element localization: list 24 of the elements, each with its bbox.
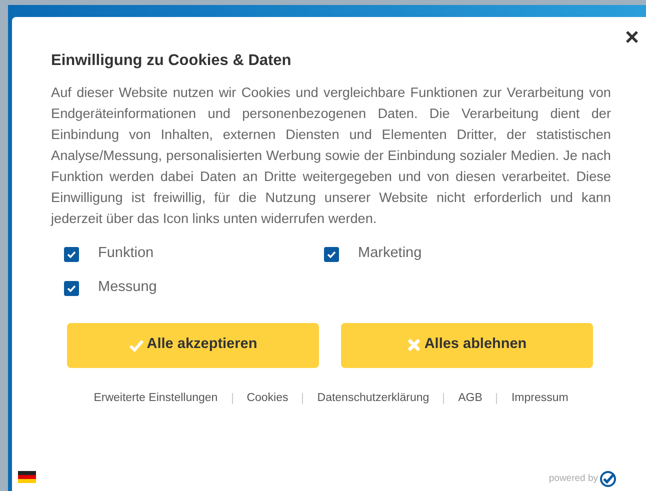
check-icon bbox=[66, 283, 77, 294]
powered-by-text: powered by bbox=[548, 472, 598, 486]
checkbox[interactable] bbox=[64, 281, 79, 296]
footer-link[interactable]: Impressum bbox=[511, 390, 568, 407]
check-icon bbox=[326, 249, 337, 260]
accept-all-button[interactable]: Alle akzeptieren bbox=[67, 322, 319, 368]
checkbox[interactable] bbox=[64, 247, 79, 262]
option-label: Marketing bbox=[358, 244, 422, 264]
german-flag-icon[interactable] bbox=[18, 471, 36, 483]
consent-text: Auf dieser Website nutzen wir Cookies und vergleichbare Funktionen zur Verarbeitung von Endgeräteinformationen und personenbezogenen Daten. Die Verarbeitung dient der Einbindung von Inhalten, externen Diensten und Elementen Dritter, der statistischen Analyse/Messung, personalisierten Werbung sowie der Einbindung sozialer Medien. Je nach Funktion werden dabei Daten an Dritte weitergegeben und von diesen verarbeitet. Diese Einwilligung ist freiwillig, für die Nutzung unserer Website nicht erforderlich und kann jederzeit über das Icon links unten widerrufen werden. bbox=[51, 84, 611, 228]
option-label: Messung bbox=[98, 278, 157, 297]
footer-link[interactable]: Datenschutzerklärung bbox=[317, 390, 430, 407]
check-icon bbox=[128, 338, 144, 352]
reject-all-button[interactable]: Alles ablehnen bbox=[341, 322, 593, 368]
footer-link[interactable]: Cookies bbox=[246, 390, 288, 407]
option-label: Funktion bbox=[98, 244, 154, 264]
close-button[interactable]: × bbox=[624, 25, 640, 43]
checkmark-logo-icon[interactable] bbox=[600, 471, 616, 487]
dialog-title: Einwilligung zu Cookies & Daten bbox=[51, 51, 292, 71]
footer-link[interactable]: AGB bbox=[458, 390, 482, 407]
check-icon bbox=[66, 249, 77, 260]
close-icon bbox=[407, 338, 422, 352]
checkbox[interactable] bbox=[324, 247, 339, 262]
footer-link[interactable]: Erweiterte Einstellungen bbox=[94, 390, 218, 407]
